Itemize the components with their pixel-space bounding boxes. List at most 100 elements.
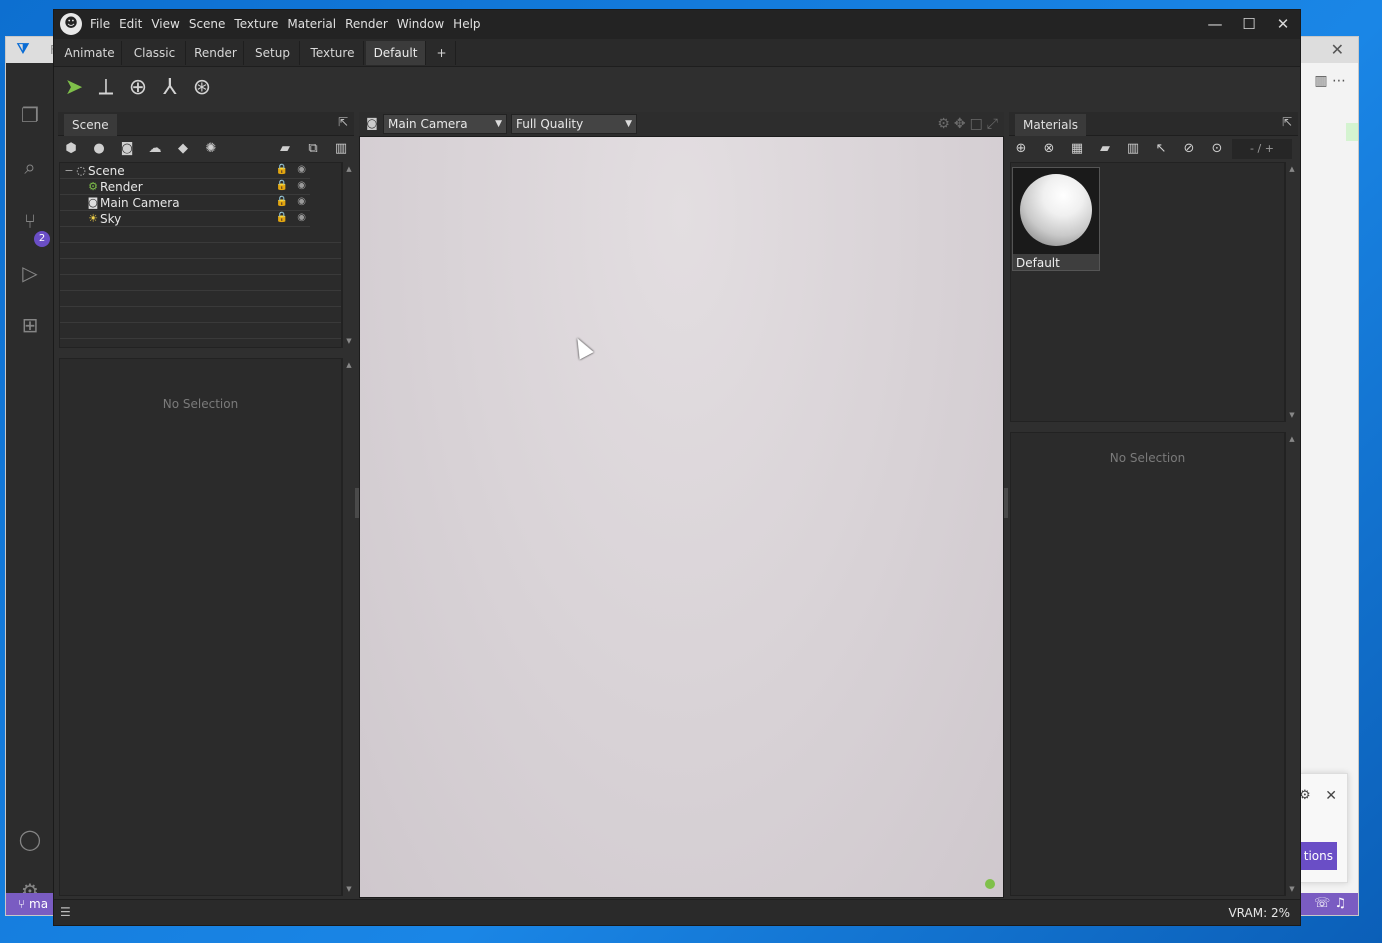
split-editor-icon[interactable]: ▥	[1314, 73, 1327, 89]
material-page-counter[interactable]: - / +	[1232, 139, 1292, 159]
no-selection-label: No Selection	[1109, 451, 1186, 465]
add-material-icon[interactable]: ⊕	[1012, 139, 1030, 159]
lock-icon[interactable]: 🔒	[276, 164, 288, 175]
sky-icon: ☀	[88, 212, 98, 225]
scroll-down-icon[interactable]: ▼	[344, 884, 354, 894]
tree-row[interactable]: − ◌ Scene 🔒 ◉	[60, 163, 310, 179]
tab-setup[interactable]: Setup	[246, 41, 300, 65]
menu-view[interactable]: View	[151, 10, 187, 39]
rotate-tool-icon[interactable]: ⊕	[124, 74, 152, 102]
menu-render[interactable]: Render	[345, 10, 396, 39]
add-light-icon[interactable]: ●	[90, 139, 108, 159]
menu-window[interactable]: Window	[397, 10, 452, 39]
add-group-icon[interactable]: ✺	[202, 139, 220, 159]
run-debug-icon[interactable]: ▷	[18, 261, 42, 285]
apply-material-icon[interactable]: ↖	[1152, 139, 1170, 159]
material-thumbnail[interactable]: Default	[1012, 167, 1100, 271]
folder-icon[interactable]: ▰	[1096, 139, 1114, 159]
add-object-icon[interactable]: ⬢	[62, 139, 80, 159]
notify-action-button[interactable]: tions	[1299, 842, 1337, 870]
scroll-up-icon[interactable]: ▲	[344, 164, 354, 174]
menu-help[interactable]: Help	[453, 10, 488, 39]
delete-icon[interactable]: ▥	[332, 139, 350, 159]
source-control-icon[interactable]: ⑂	[18, 209, 42, 233]
lock-icon[interactable]: 🔒	[276, 180, 288, 191]
select-tool-icon[interactable]: ➤	[60, 74, 88, 102]
notifications-icon[interactable]: ♫	[1334, 896, 1346, 911]
add-shape-icon[interactable]: ◆	[174, 139, 192, 159]
scroll-up-icon[interactable]: ▲	[344, 360, 354, 370]
lock-icon[interactable]: 🔒	[276, 212, 288, 223]
scene-panel-tab[interactable]: Scene	[64, 114, 117, 136]
scene-tree-scrollbar[interactable]: ▲ ▼	[342, 162, 354, 348]
material-preview	[1013, 168, 1099, 254]
universal-tool-icon[interactable]: ⊛	[188, 74, 216, 102]
tree-row[interactable]: ⚙ Render 🔒 ◉	[60, 179, 310, 195]
explorer-icon[interactable]: ❐	[18, 103, 42, 127]
move-tool-icon[interactable]: ⟂	[92, 74, 120, 102]
scroll-down-icon[interactable]: ▼	[1287, 884, 1297, 894]
viewport-settings-icon[interactable]: ⚙	[937, 116, 954, 132]
menu-material[interactable]: Material	[287, 10, 344, 39]
add-camera-icon[interactable]: ◙	[118, 139, 136, 159]
scroll-up-icon[interactable]: ▲	[1287, 164, 1297, 174]
tree-label: Scene	[88, 164, 125, 178]
branch-indicator[interactable]: ⑂ ma	[18, 897, 48, 911]
menu-file[interactable]: File	[90, 10, 118, 39]
popout-icon[interactable]: ⇱	[338, 115, 348, 129]
viewport-move-icon[interactable]: ✥	[954, 116, 970, 132]
render-viewport[interactable]	[359, 136, 1004, 898]
viewport-camera-icon[interactable]: ◙	[363, 116, 381, 132]
materials-scrollbar[interactable]: ▲ ▼	[1285, 162, 1297, 422]
tab-animate[interactable]: Animate	[58, 41, 122, 65]
eye-icon[interactable]: ◉	[297, 180, 306, 191]
tab-default[interactable]: Default	[366, 41, 426, 65]
add-tab-button[interactable]: +	[428, 41, 456, 65]
export-icon[interactable]: ⊙	[1208, 139, 1226, 159]
viewport-frame-icon[interactable]: □	[970, 116, 987, 132]
scale-tool-icon[interactable]: ⅄	[156, 74, 184, 102]
tree-row[interactable]: ◙ Main Camera 🔒 ◉	[60, 195, 310, 211]
lock-icon[interactable]: 🔒	[276, 196, 288, 207]
account-icon[interactable]: ◯	[18, 827, 42, 851]
notify-close-icon[interactable]: ✕	[1325, 788, 1337, 804]
extensions-icon[interactable]: ⊞	[18, 313, 42, 337]
scroll-up-icon[interactable]: ▲	[1287, 434, 1297, 444]
duplicate-icon[interactable]: ⧉	[304, 139, 322, 159]
tab-texture[interactable]: Texture	[302, 41, 364, 65]
materials-panel-tab[interactable]: Materials	[1015, 114, 1087, 136]
minimize-icon[interactable]: —	[1198, 10, 1232, 39]
tree-row[interactable]: ☀ Sky 🔒 ◉	[60, 211, 310, 227]
eye-icon[interactable]: ◉	[297, 196, 306, 207]
menu-scene[interactable]: Scene	[189, 10, 234, 39]
folder-icon[interactable]: ▰	[276, 139, 294, 159]
import-icon[interactable]: ⊘	[1180, 139, 1198, 159]
vscode-close-icon[interactable]: ✕	[1331, 40, 1344, 59]
search-icon[interactable]: ⌕	[18, 155, 42, 179]
viewport-expand-icon[interactable]: ⤢	[987, 116, 1002, 132]
checker-icon[interactable]: ▦	[1068, 139, 1086, 159]
camera-select[interactable]: Main Camera ▼	[383, 114, 507, 134]
menu-texture[interactable]: Texture	[234, 10, 286, 39]
camera-icon: ◙	[87, 196, 99, 209]
maximize-icon[interactable]: ☐	[1232, 10, 1266, 39]
eye-icon[interactable]: ◉	[297, 212, 306, 223]
tab-classic[interactable]: Classic	[124, 41, 186, 65]
more-actions-icon[interactable]: ⋯	[1332, 73, 1346, 89]
delete-icon[interactable]: ▥	[1124, 139, 1142, 159]
scroll-down-icon[interactable]: ▼	[344, 336, 354, 346]
console-icon[interactable]: ☰	[60, 905, 71, 919]
quality-select[interactable]: Full Quality ▼	[511, 114, 637, 134]
eye-icon[interactable]: ◉	[297, 164, 306, 175]
feedback-icon[interactable]: ☏	[1314, 896, 1330, 911]
material-properties-scrollbar[interactable]: ▲ ▼	[1285, 432, 1297, 896]
duplicate-material-icon[interactable]: ⊗	[1040, 139, 1058, 159]
tab-render[interactable]: Render	[188, 41, 244, 65]
close-icon[interactable]: ✕	[1266, 10, 1300, 39]
scene-properties-scrollbar[interactable]: ▲ ▼	[342, 358, 354, 896]
right-splitter-handle[interactable]	[1004, 488, 1008, 518]
add-environment-icon[interactable]: ☁	[146, 139, 164, 159]
menu-edit[interactable]: Edit	[119, 10, 150, 39]
scroll-down-icon[interactable]: ▼	[1287, 410, 1297, 420]
popout-icon[interactable]: ⇱	[1282, 115, 1292, 129]
